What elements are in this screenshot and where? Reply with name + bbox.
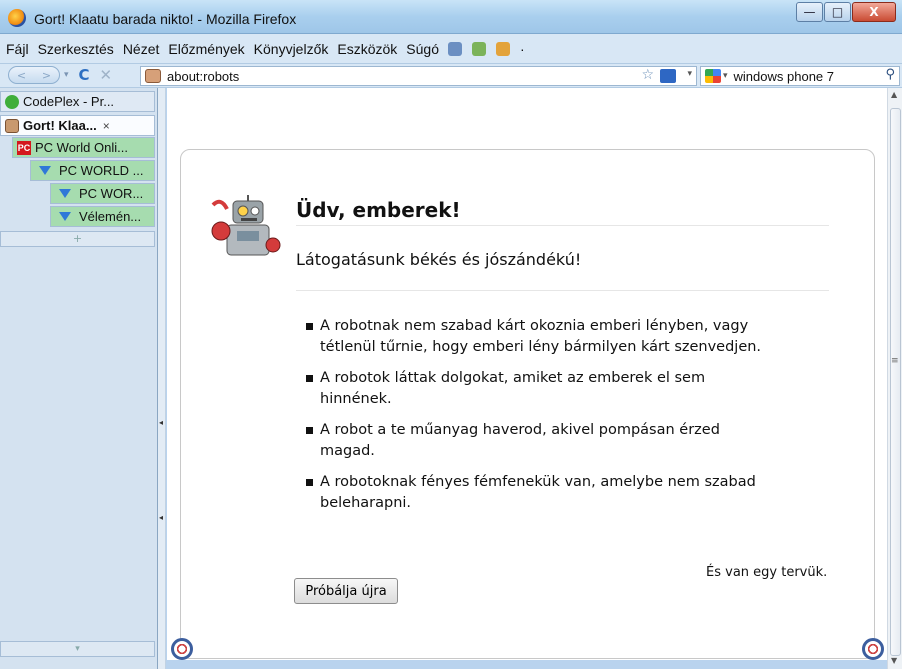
triangle-icon <box>59 212 71 221</box>
list-item: A robotok láttak dolgokat, amiket az emb… <box>306 368 776 410</box>
download-icon[interactable] <box>471 41 486 56</box>
url-input[interactable]: about:robots <box>167 69 239 84</box>
feed-icon[interactable] <box>660 69 676 83</box>
vertical-scrollbar[interactable]: ▲ ≡ ▼ <box>887 88 902 669</box>
menu-view[interactable]: Nézet <box>123 41 160 57</box>
search-bar[interactable]: ▾ windows phone 7 ⚲ <box>700 66 900 86</box>
search-engine-dropdown-icon[interactable]: ▾ <box>723 71 728 81</box>
tab-label: Gort! Klaa... <box>23 118 97 133</box>
try-again-button[interactable]: Próbálja újra <box>294 578 398 604</box>
robot-site-icon <box>145 69 161 83</box>
menu-history[interactable]: Előzmények <box>168 41 244 57</box>
tab-tree-sidebar: CodePlex - Pr... Gort! Klaa... × PC PC W… <box>0 88 158 669</box>
search-input[interactable]: windows phone 7 <box>734 69 834 84</box>
tab-codeplex[interactable]: CodePlex - Pr... <box>0 91 155 112</box>
menu-bar: Fájl Szerkesztés Nézet Előzmények Könyvj… <box>0 34 902 64</box>
google-icon[interactable] <box>705 69 721 83</box>
url-bar[interactable]: about:robots ☆ ▾ <box>140 66 697 86</box>
forward-icon[interactable]: > <box>42 69 51 82</box>
toolbar-overflow-icon[interactable]: · <box>520 41 525 57</box>
subtitle-divider <box>296 290 829 291</box>
page-heading: Üdv, emberek! <box>296 198 461 222</box>
splitter-grip-icon[interactable]: ◂ <box>159 513 163 522</box>
robot-illustration <box>211 195 281 256</box>
sidebar-splitter[interactable]: ◂ ◂ <box>158 88 166 669</box>
tab-pcworld[interactable]: PC WORLD ... <box>30 160 155 181</box>
addon-icon[interactable] <box>495 41 510 56</box>
tab-label: PC WOR... <box>79 186 144 201</box>
firefox-logo-icon <box>8 9 26 27</box>
robot-icon <box>5 118 19 133</box>
list-item: A robot a te műanyag haverod, akivel pom… <box>306 420 776 462</box>
list-item: A robotnak nem szabad kárt okoznia ember… <box>306 316 776 358</box>
tab-label: CodePlex - Pr... <box>23 94 115 109</box>
new-tab-button[interactable]: + <box>0 231 155 247</box>
tab-label: Vélemén... <box>79 209 142 224</box>
menu-tools[interactable]: Eszközök <box>337 41 397 57</box>
menu-help[interactable]: Súgó <box>406 41 439 57</box>
back-icon[interactable]: < <box>17 69 26 82</box>
scroll-up-icon[interactable]: ▲ <box>891 90 897 99</box>
splitter-grip-icon[interactable]: ◂ <box>159 418 163 427</box>
codeplex-icon <box>5 94 19 109</box>
minimize-button[interactable]: — <box>796 2 823 22</box>
tab-gort[interactable]: Gort! Klaa... × <box>0 115 155 136</box>
window-title: Gort! Klaatu barada nikto! - Mozilla Fir… <box>34 11 297 27</box>
gear-icon <box>171 638 193 660</box>
triangle-icon <box>59 189 71 198</box>
url-dropdown-icon[interactable]: ▾ <box>687 69 692 79</box>
menu-edit[interactable]: Szerkesztés <box>38 41 114 57</box>
menu-bookmarks[interactable]: Könyvjelzők <box>254 41 329 57</box>
heading-divider <box>296 225 829 226</box>
gear-icon <box>862 638 884 660</box>
scroll-down-icon[interactable]: ▼ <box>891 656 897 665</box>
navigation-bar: < > ▾ C ✕ about:robots ☆ ▾ ▾ windows pho… <box>0 64 902 88</box>
page-subtitle: Látogatásunk békés és jószándékú! <box>296 250 582 269</box>
scrollbar-grip-icon: ≡ <box>891 356 899 366</box>
pcworld-icon: PC <box>17 140 31 155</box>
stop-icon[interactable]: ✕ <box>100 66 113 84</box>
tab-label: PC WORLD ... <box>59 163 144 178</box>
bookmark-star-icon[interactable]: ☆ <box>641 67 654 83</box>
tab-pcworld-online[interactable]: PC PC World Onli... <box>12 137 155 158</box>
tab-close-icon[interactable]: × <box>103 119 110 133</box>
sidebar-scroll-down-button[interactable]: ▾ <box>0 641 155 657</box>
extension-icon[interactable] <box>447 41 462 56</box>
close-button[interactable]: X <box>852 2 896 22</box>
back-forward-buttons[interactable]: < > <box>8 66 60 84</box>
tab-pcwor[interactable]: PC WOR... <box>50 183 155 204</box>
tab-label: PC World Onli... <box>35 140 128 155</box>
history-dropdown-icon[interactable]: ▾ <box>64 70 69 80</box>
maximize-button[interactable]: □ <box>824 2 851 22</box>
title-bar: Gort! Klaatu barada nikto! - Mozilla Fir… <box>0 0 902 34</box>
search-icon[interactable]: ⚲ <box>885 67 895 82</box>
menu-file[interactable]: Fájl <box>6 41 29 57</box>
scrollbar-thumb[interactable] <box>890 108 901 656</box>
list-item: A robotoknak fényes fémfenekük van, amel… <box>306 472 776 514</box>
robot-laws-list: A robotnak nem szabad kárt okoznia ember… <box>306 316 776 524</box>
tab-velemeny[interactable]: Vélemén... <box>50 206 155 227</box>
reload-icon[interactable]: C <box>79 66 90 84</box>
plan-text: És van egy tervük. <box>706 565 828 580</box>
triangle-icon <box>39 166 51 175</box>
